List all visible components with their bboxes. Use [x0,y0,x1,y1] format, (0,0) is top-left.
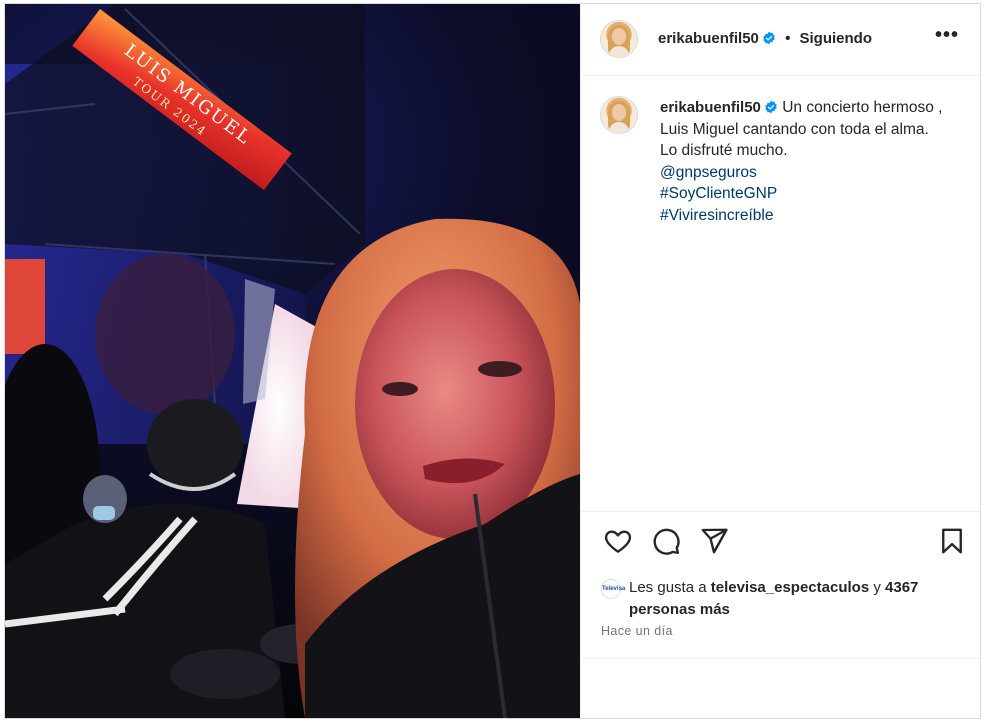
author-avatar[interactable] [600,20,638,58]
comment-divider [581,658,980,659]
header-separator: • [785,30,791,47]
likes-prefix: Les gusta a [629,579,711,596]
likes-summary: Televisa Les gusta a televisa_espectacul… [601,577,961,621]
caption-area: erikabuenfil50 Un concierto hermoso , Lu… [581,76,980,512]
likes-middle: y [869,579,886,596]
post-dialog: LUIS MIGUEL TOUR 2024 erikabuenfil50 • S… [4,3,981,719]
hashtag-link[interactable]: #Viviresincreíble [660,205,950,227]
caption-author-avatar[interactable] [600,96,638,134]
post-side-panel: erikabuenfil50 • Siguiendo ••• erikabuen… [580,4,980,718]
paper-plane-icon[interactable] [699,526,729,556]
post-caption: erikabuenfil50 Un concierto hermoso , Lu… [660,97,950,226]
liker-avatar[interactable]: Televisa [601,579,625,599]
liker-username[interactable]: televisa_espectaculos [711,579,869,596]
post-photo[interactable]: LUIS MIGUEL TOUR 2024 [5,4,580,718]
action-bar [581,524,980,564]
mention-link[interactable]: @gnpseguros [660,162,950,184]
caption-username[interactable]: erikabuenfil50 [660,99,761,116]
hashtag-link[interactable]: #SoyClienteGNP [660,183,950,205]
concert-selfie-image: LUIS MIGUEL TOUR 2024 [5,4,580,718]
heart-icon[interactable] [603,526,633,556]
comment-bubble-icon[interactable] [651,526,681,556]
following-button[interactable]: Siguiendo [800,30,873,47]
header-username[interactable]: erikabuenfil50 [658,30,759,47]
header-user-info: erikabuenfil50 • Siguiendo [658,30,872,47]
verified-badge-icon [765,100,777,114]
post-timestamp[interactable]: Hace un día [601,624,673,638]
more-dots-icon[interactable]: ••• [935,24,959,47]
bookmark-icon[interactable] [937,526,967,556]
verified-badge-icon [763,31,775,45]
post-header: erikabuenfil50 • Siguiendo ••• [581,4,980,76]
